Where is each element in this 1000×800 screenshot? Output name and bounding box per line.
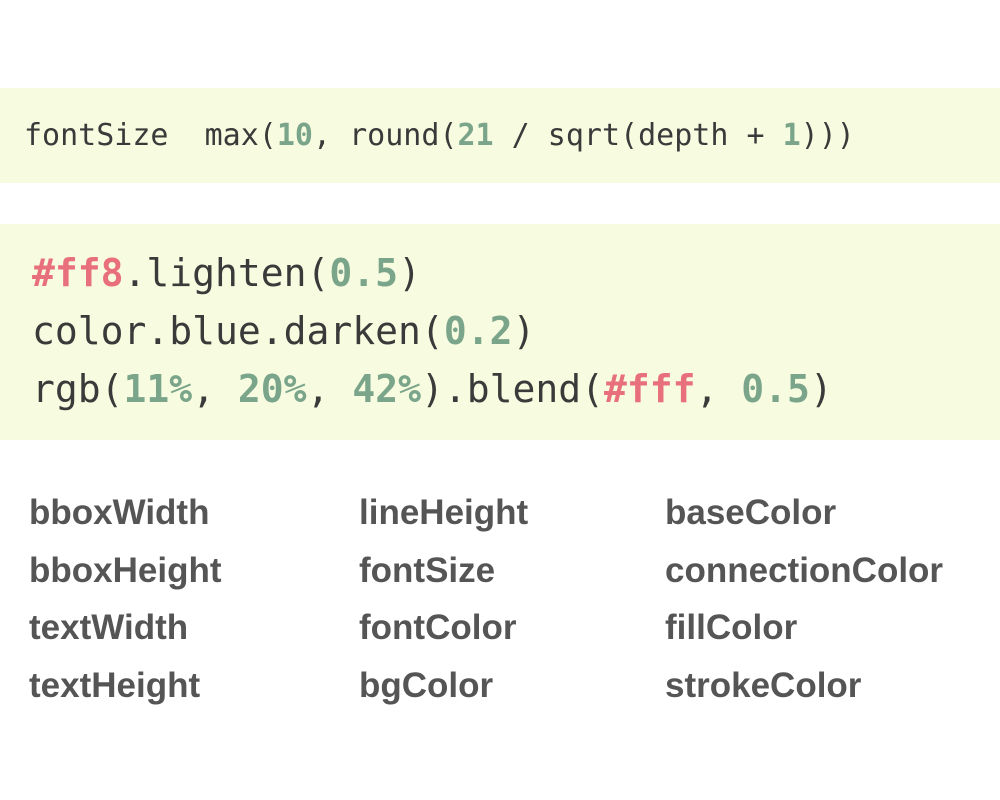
code-text-token: color.blue.darken( <box>32 309 444 353</box>
variable-column-line-font: lineHeight fontSize fontColor bgColor <box>359 488 528 718</box>
code-text-token: / sqrt(depth + <box>493 118 783 153</box>
code-hex-color-token: #ff8 <box>32 251 124 295</box>
code-text-token: , <box>695 367 742 411</box>
code-line: #ff8.lighten(0.5) <box>32 244 1000 302</box>
code-number-token: 21 <box>457 118 494 153</box>
code-text-token: .lighten( <box>123 251 330 295</box>
code-text-token: ).blend( <box>420 367 604 411</box>
code-text-token: , round( <box>313 118 458 153</box>
variable-name: strokeColor <box>665 665 862 705</box>
variable-name: textWidth <box>29 608 189 647</box>
code-number-token: 0.2 <box>443 309 513 353</box>
code-number-token: 0.5 <box>329 251 399 295</box>
code-text-token: ) <box>512 309 536 353</box>
code-hex-color-token: #fff <box>604 367 696 411</box>
code-number-token: 42% <box>352 367 421 411</box>
variable-name: lineHeight <box>359 493 529 532</box>
variable-column-colors: baseColor connectionColor fillColor strokeC… <box>665 488 943 718</box>
variable-name: bgColor <box>359 665 494 705</box>
code-number-token: 0.5 <box>741 367 810 411</box>
variable-name: textHeight <box>29 665 201 705</box>
code-text-token: , <box>192 367 238 411</box>
code-text-token: fontSize max( <box>24 118 277 153</box>
code-text-token: ) <box>809 367 833 411</box>
variable-name: connectionColor <box>665 550 944 590</box>
code-text-token: ))) <box>800 118 855 153</box>
code-text-token: ) <box>398 251 421 295</box>
code-number-token: 10 <box>276 118 313 153</box>
variable-name: fontColor <box>359 608 517 647</box>
variable-name: fontSize <box>359 550 496 590</box>
code-block-color-functions: #ff8.lighten(0.5) color.blue.darken(0.2) r… <box>0 224 1000 440</box>
code-text-token: rgb( <box>32 367 124 411</box>
code-number-token: 20% <box>237 367 307 411</box>
variable-names-grid: bboxWidth bboxHeight textWidth textHeight l… <box>29 488 989 728</box>
code-text-token: , <box>306 367 353 411</box>
code-line: rgb(11%, 20%, 42%).blend(#fff, 0.5) <box>32 360 1000 418</box>
variable-name: bboxHeight <box>29 550 222 590</box>
variable-name: bboxWidth <box>29 493 210 532</box>
code-number-token: 1 <box>782 118 801 153</box>
variable-name: baseColor <box>665 493 837 532</box>
variable-column-bbox-text: bboxWidth bboxHeight textWidth textHeight <box>29 488 221 718</box>
code-number-token: 11% <box>123 367 193 411</box>
variable-name: fillColor <box>665 608 798 647</box>
code-line: color.blue.darken(0.2) <box>32 302 1000 360</box>
code-block-font-size: fontSize max(10, round(21 / sqrt(depth +… <box>0 88 1000 183</box>
